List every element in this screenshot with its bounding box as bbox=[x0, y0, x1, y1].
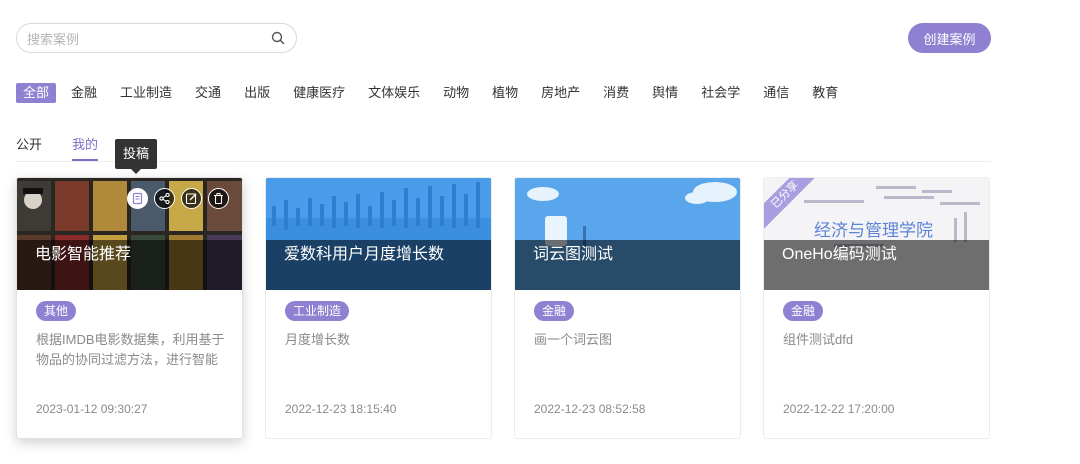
card-title: 电影智能推荐 bbox=[35, 246, 132, 263]
category-consumption[interactable]: 消费 bbox=[603, 83, 629, 103]
case-card[interactable]: 爱数科用户月度增长数 工业制造 月度增长数 2022-12-23 18:15:4… bbox=[265, 177, 492, 439]
category-filter: 全部 金融 工业制造 交通 出版 健康医疗 文体娱乐 动物 植物 房地产 消费 … bbox=[16, 82, 861, 104]
card-description: 画一个词云图 bbox=[534, 332, 613, 347]
card-description: 月度增长数 bbox=[285, 332, 351, 347]
category-tag: 金融 bbox=[534, 301, 575, 321]
category-education[interactable]: 教育 bbox=[812, 83, 838, 103]
category-telecom[interactable]: 通信 bbox=[763, 83, 789, 103]
search-box[interactable] bbox=[16, 23, 297, 53]
category-animals[interactable]: 动物 bbox=[443, 83, 469, 103]
card-timestamp: 2022-12-23 08:52:58 bbox=[534, 402, 646, 416]
search-input[interactable] bbox=[27, 30, 267, 48]
tab-divider bbox=[16, 161, 991, 162]
tab-bar: 公开 我的 bbox=[16, 134, 128, 161]
category-real-estate[interactable]: 房地产 bbox=[541, 83, 580, 103]
delete-icon[interactable] bbox=[208, 188, 229, 209]
category-manufacturing[interactable]: 工业制造 bbox=[120, 83, 172, 103]
submit-tooltip: 投稿 bbox=[115, 139, 157, 174]
category-tag: 其他 bbox=[36, 301, 77, 321]
category-transport[interactable]: 交通 bbox=[195, 83, 221, 103]
category-sociology[interactable]: 社会学 bbox=[701, 83, 740, 103]
category-finance[interactable]: 金融 bbox=[71, 83, 97, 103]
category-publishing[interactable]: 出版 bbox=[244, 83, 270, 103]
card-title: 爱数科用户月度增长数 bbox=[284, 246, 445, 263]
card-timestamp: 2022-12-22 17:20:00 bbox=[783, 402, 895, 416]
card-description: 组件测试dfd bbox=[783, 332, 854, 347]
case-card[interactable]: 词云图测试 金融 画一个词云图 2022-12-23 08:52:58 bbox=[514, 177, 741, 439]
card-timestamp: 2022-12-23 18:15:40 bbox=[285, 402, 397, 416]
category-tag: 金融 bbox=[783, 301, 824, 321]
card-action-bar bbox=[127, 188, 235, 209]
card-timestamp: 2023-01-12 09:30:27 bbox=[36, 402, 148, 416]
search-icon[interactable] bbox=[270, 30, 286, 46]
category-health[interactable]: 健康医疗 bbox=[293, 83, 345, 103]
card-title: OneHo编码测试 bbox=[782, 246, 897, 263]
category-tag: 工业制造 bbox=[285, 301, 350, 321]
category-entertainment[interactable]: 文体娱乐 bbox=[368, 83, 420, 103]
case-card[interactable]: 电影智能推荐 其他 根据IMDB电影数据集，利用基于物品的协同过滤方法，进行智能… bbox=[16, 177, 243, 439]
tab-public[interactable]: 公开 bbox=[16, 134, 42, 161]
create-case-button[interactable]: 创建案例 bbox=[908, 23, 991, 53]
tab-mine[interactable]: 我的 bbox=[72, 134, 99, 161]
category-plants[interactable]: 植物 bbox=[492, 83, 518, 103]
card-title: 词云图测试 bbox=[533, 246, 614, 263]
category-public-opinion[interactable]: 舆情 bbox=[652, 83, 678, 103]
case-card[interactable]: 经济与管理学院 已分享 OneHo编码测试 金融 组件测试dfd 2022-12… bbox=[763, 177, 990, 439]
submit-icon[interactable] bbox=[127, 188, 148, 209]
share-icon[interactable] bbox=[154, 188, 175, 209]
category-all[interactable]: 全部 bbox=[16, 83, 57, 103]
card-description: 根据IMDB电影数据集，利用基于物品的协同过滤方法，进行智能 bbox=[36, 332, 225, 367]
word-cloud-text: 经济与管理学院 bbox=[814, 221, 933, 241]
edit-icon[interactable] bbox=[181, 188, 202, 209]
